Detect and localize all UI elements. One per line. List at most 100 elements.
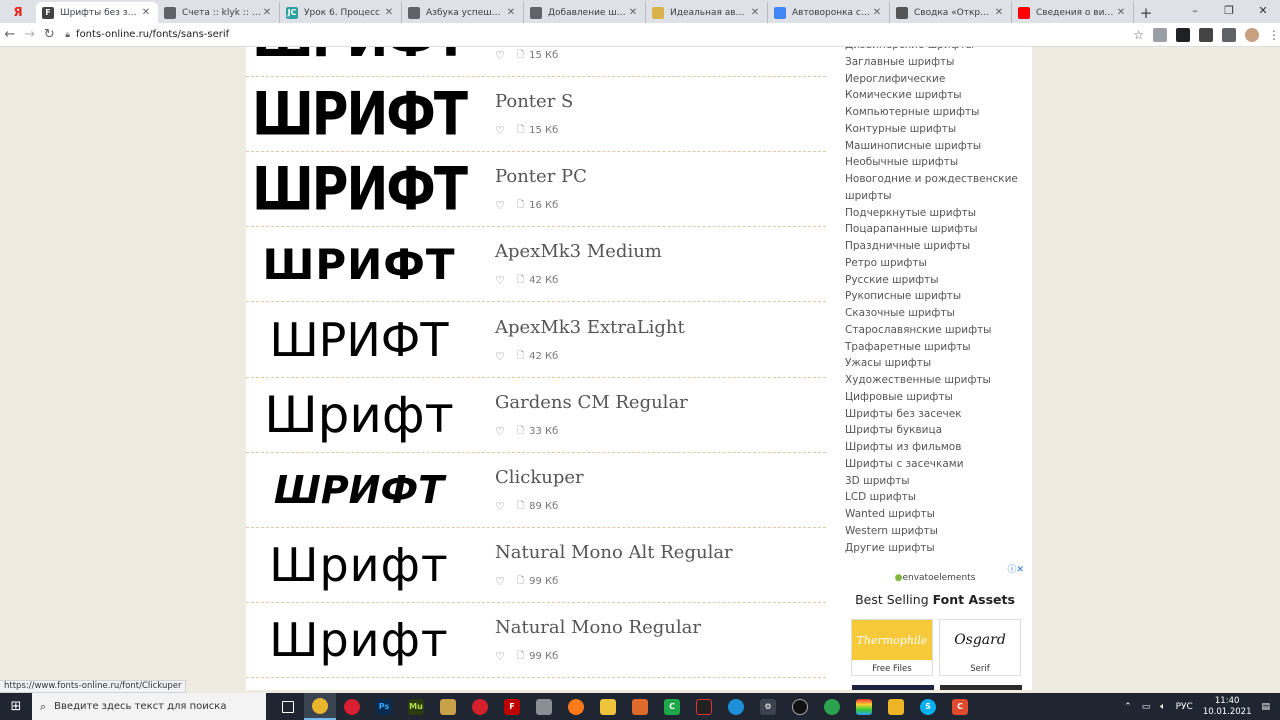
task-view-icon[interactable] <box>272 693 304 720</box>
taskbar-search[interactable]: ⌕ Введите здесь текст для поиска <box>32 693 266 720</box>
minimize-icon[interactable]: – <box>1178 0 1212 22</box>
ad-tile-serif[interactable]: Osgard Serif <box>939 619 1021 676</box>
font-name-link[interactable]: ApexMk3 ExtraLight <box>495 317 685 338</box>
browser-tab[interactable]: JC Урок 6. Процесс ✕ <box>280 2 402 23</box>
category-link[interactable]: Новогодние и рождественские шрифты <box>845 171 1025 205</box>
font-row[interactable]: ШРИФТ Clickuper ♡ 🗋 89 Кб <box>246 453 826 528</box>
filezilla-icon[interactable]: F <box>496 693 528 720</box>
category-link[interactable]: Комические шрифты <box>845 87 1025 104</box>
category-link[interactable]: Иероглифические <box>845 71 1025 88</box>
app-icon[interactable] <box>688 693 720 720</box>
category-link[interactable]: Русские шрифты <box>845 272 1025 289</box>
font-name-link[interactable]: Gardens CM Regular <box>495 392 688 413</box>
volume-icon[interactable]: 🔈︎ <box>1160 702 1165 712</box>
font-row[interactable]: ШРИФТ ApexMk3 ExtraLight ♡ 🗋 42 Кб <box>246 303 826 378</box>
extension-icon[interactable] <box>1153 27 1168 42</box>
category-link[interactable]: 3D шрифты <box>845 473 1025 490</box>
font-row[interactable]: ШРИФТ ApexMk3 Medium ♡ 🗋 42 Кб <box>246 227 826 302</box>
font-preview[interactable]: Шрифт <box>254 532 464 598</box>
camtasia-icon[interactable]: C <box>656 693 688 720</box>
address-url[interactable]: fonts-online.ru/fonts/sans-serif <box>76 29 229 40</box>
chevron-up-icon[interactable]: ⌃ <box>1124 702 1132 712</box>
category-link[interactable]: Подчеркнутые шрифты <box>845 205 1025 222</box>
heart-icon[interactable]: ♡ <box>495 274 505 287</box>
language-indicator[interactable]: РУС <box>1176 702 1193 712</box>
photoshop-icon[interactable]: Ps <box>368 693 400 720</box>
heart-icon[interactable]: ♡ <box>495 500 505 513</box>
clock[interactable]: 11:40 10.01.2021 <box>1203 696 1252 718</box>
browser-tab[interactable]: Азбука успешного бизнеса✕ <box>402 2 524 23</box>
category-link[interactable]: Старославянские шрифты <box>845 322 1025 339</box>
reload-icon[interactable]: ↻ <box>40 27 60 42</box>
new-tab-button[interactable]: + <box>1134 2 1158 23</box>
app-icon[interactable] <box>848 693 880 720</box>
yandex-icon[interactable]: Я <box>0 0 36 23</box>
font-preview[interactable]: Шрифт <box>254 382 464 448</box>
category-link[interactable]: Необычные шрифты <box>845 154 1025 171</box>
category-link[interactable]: Western шрифты <box>845 523 1025 540</box>
heart-icon[interactable]: ♡ <box>495 49 505 62</box>
font-preview[interactable]: Шрифт <box>254 607 464 673</box>
font-preview[interactable]: ШРИФТ <box>252 79 468 149</box>
address-bar[interactable]: 🔒︎ fonts-online.ru/fonts/sans-serif <box>65 25 1125 45</box>
font-preview[interactable]: ШРИФТ <box>254 307 464 373</box>
tab-close-icon[interactable]: ✕ <box>749 7 761 18</box>
font-preview[interactable]: ШРИФТ <box>252 47 468 72</box>
category-link[interactable]: Заглавные шрифты <box>845 54 1025 71</box>
heart-icon[interactable]: ♡ <box>495 199 505 212</box>
maximize-icon[interactable]: ❐ <box>1212 0 1246 22</box>
tab-close-icon[interactable]: ✕ <box>627 7 639 18</box>
puzzle-icon[interactable] <box>1222 27 1237 42</box>
browser-tab[interactable]: Добавление шрифтов✕ <box>524 2 646 23</box>
browser-tab[interactable]: Сводка «Открытки»✕ <box>890 2 1012 23</box>
skype-icon[interactable]: S <box>912 693 944 720</box>
chrome-icon[interactable] <box>304 693 336 720</box>
category-link[interactable]: Праздничные шрифты <box>845 238 1025 255</box>
font-row[interactable]: Шрифт Natural Mono Alt Regular ♡ 🗋 99 Кб <box>246 528 826 603</box>
font-preview[interactable]: ШРИФТ <box>254 231 464 297</box>
tab-close-icon[interactable]: ✕ <box>1115 7 1127 18</box>
browser-tab[interactable]: Автоворонка с нуля✕ <box>768 2 890 23</box>
app-icon[interactable] <box>464 693 496 720</box>
category-link[interactable]: Цифровые шрифты <box>845 389 1025 406</box>
folder-icon[interactable] <box>432 693 464 720</box>
close-window-icon[interactable]: ✕ <box>1246 0 1280 22</box>
category-link[interactable]: Контурные шрифты <box>845 121 1025 138</box>
font-row[interactable]: Шрифт Natural Mono Regular ♡ 🗋 99 Кб <box>246 603 826 678</box>
font-preview[interactable]: ШРИФТ <box>252 154 468 224</box>
font-preview[interactable]: ШРИФТ <box>254 457 464 523</box>
category-link[interactable]: Ретро шрифты <box>845 255 1025 272</box>
app-icon[interactable] <box>784 693 816 720</box>
category-link[interactable]: Поцарапанные шрифты <box>845 221 1025 238</box>
app-icon[interactable] <box>528 693 560 720</box>
category-link[interactable]: Трафаретные шрифты <box>845 339 1025 356</box>
tab-close-icon[interactable]: ✕ <box>871 7 883 18</box>
category-link[interactable]: Шрифты без засечек <box>845 406 1025 423</box>
font-name-link[interactable]: Natural Mono Alt Regular <box>495 542 733 563</box>
category-link[interactable]: Другие шрифты <box>845 540 1025 557</box>
category-link[interactable]: Wanted шрифты <box>845 506 1025 523</box>
extension-icon[interactable] <box>1199 27 1214 42</box>
font-row[interactable]: ШРИФТ ♡ 🗋 15 Кб <box>246 47 826 77</box>
heart-icon[interactable]: ♡ <box>495 124 505 137</box>
font-name-link[interactable]: Clickuper <box>495 467 584 488</box>
font-name-link[interactable]: Natural Mono Regular <box>495 617 701 638</box>
category-link[interactable]: Шрифты из фильмов <box>845 439 1025 456</box>
back-icon[interactable]: ← <box>0 27 20 42</box>
opera-icon[interactable] <box>336 693 368 720</box>
edge-icon[interactable] <box>720 693 752 720</box>
forward-icon[interactable]: → <box>20 27 40 42</box>
tab-close-icon[interactable]: ✕ <box>993 7 1005 18</box>
category-link[interactable]: Рукописные шрифты <box>845 288 1025 305</box>
browser-tab[interactable]: Счета :: klyk :: justclick✕ <box>158 2 280 23</box>
browser-tab[interactable]: Сведения о видео - YouTube✕ <box>1012 2 1134 23</box>
notifications-icon[interactable]: ▤ <box>1261 702 1270 712</box>
heart-icon[interactable]: ♡ <box>495 575 505 588</box>
windows-start-icon[interactable]: ⊞ <box>0 693 32 720</box>
ad-block[interactable]: ⓘ✕ ●envatoelements Best Selling Font Ass… <box>844 557 1026 690</box>
category-link[interactable]: Ужасы шрифты <box>845 355 1025 372</box>
category-link[interactable]: Шрифты буквица <box>845 422 1025 439</box>
app-icon[interactable] <box>880 693 912 720</box>
category-link[interactable]: Машинописные шрифты <box>845 138 1025 155</box>
tab-close-icon[interactable]: ✕ <box>505 7 517 18</box>
